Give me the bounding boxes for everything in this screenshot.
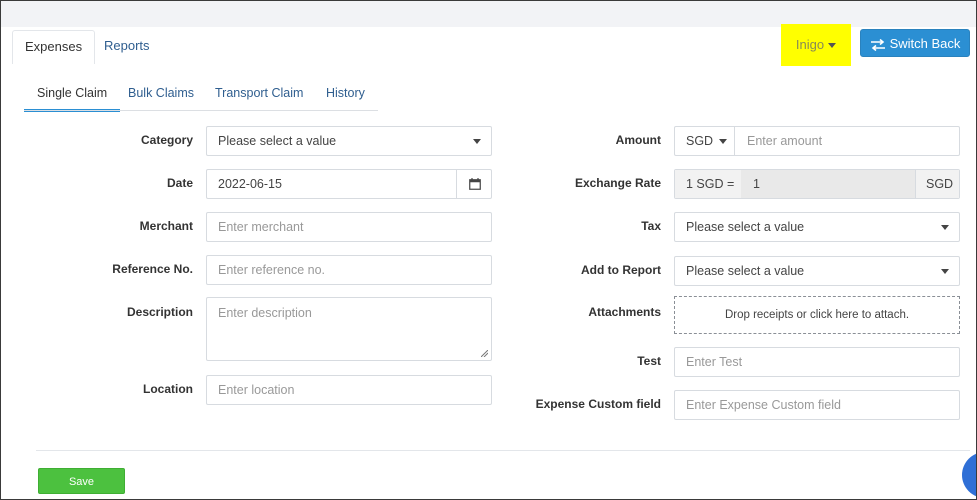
chevron-down-icon — [473, 139, 481, 144]
chat-help-icon[interactable] — [962, 452, 977, 498]
category-placeholder: Please select a value — [218, 134, 337, 148]
form-divider — [36, 450, 970, 451]
merchant-label: Merchant — [139, 219, 193, 233]
calendar-button[interactable] — [456, 170, 491, 198]
currency-select[interactable]: SGD — [675, 127, 735, 155]
custom-field-placeholder: Enter Expense Custom field — [686, 398, 841, 412]
custom-field-input[interactable]: Enter Expense Custom field — [674, 390, 960, 420]
subtab-single-claim[interactable]: Single Claim — [24, 82, 121, 112]
exchange-rate-input: 1 — [741, 170, 915, 198]
location-label: Location — [143, 382, 193, 396]
exchange-rate-prefix: 1 SGD = — [675, 170, 741, 198]
merchant-placeholder: Enter merchant — [218, 220, 304, 234]
chevron-down-icon — [719, 139, 728, 145]
attachments-label: Attachments — [588, 305, 661, 319]
add-to-report-select[interactable]: Please select a value — [674, 256, 960, 286]
calendar-icon — [469, 178, 481, 190]
location-placeholder: Enter location — [218, 383, 295, 397]
reference-label: Reference No. — [112, 262, 193, 276]
date-label: Date — [166, 176, 193, 190]
reference-input[interactable]: Enter reference no. — [206, 255, 492, 285]
chevron-down-icon — [941, 225, 949, 230]
add-to-report-label: Add to Report — [581, 263, 661, 277]
currency-value: SGD — [686, 134, 714, 148]
exchange-rate-value: 1 — [753, 177, 760, 191]
description-label: Description — [126, 305, 193, 319]
amount-label: Amount — [615, 133, 661, 147]
dropzone-text: Drop receipts or click here to attach. — [724, 309, 910, 321]
user-name: Inigo — [795, 37, 825, 52]
exchange-rate-suffix: SGD — [915, 170, 959, 198]
subtab-history[interactable]: History — [326, 82, 365, 112]
switch-back-label: Switch Back — [889, 36, 961, 51]
tab-expenses[interactable]: Expenses — [12, 30, 96, 64]
user-menu-dropdown[interactable]: Inigo — [781, 24, 851, 66]
resize-grip-icon[interactable] — [481, 350, 488, 357]
location-input[interactable]: Enter location — [206, 375, 492, 405]
screenshot-border — [0, 0, 977, 500]
tab-reports[interactable]: Reports — [92, 30, 162, 64]
exchange-rate-group: 1 SGD = 1 SGD — [674, 169, 960, 199]
subtab-bulk-claims[interactable]: Bulk Claims — [128, 82, 194, 112]
amount-input[interactable]: Enter amount — [747, 127, 822, 155]
chevron-down-icon — [828, 43, 837, 49]
description-textarea[interactable]: Enter description — [206, 297, 492, 361]
test-label: Test — [637, 354, 661, 368]
test-input[interactable]: Enter Test — [674, 347, 960, 377]
amount-group: SGD Enter amount — [674, 126, 960, 156]
merchant-input[interactable]: Enter merchant — [206, 212, 492, 242]
tax-select[interactable]: Please select a value — [674, 212, 960, 242]
tax-label: Tax — [641, 219, 661, 233]
attachments-dropzone[interactable]: Drop receipts or click here to attach. — [674, 296, 960, 334]
tax-placeholder: Please select a value — [686, 220, 805, 234]
description-placeholder: Enter description — [218, 306, 312, 320]
subtab-transport-claim[interactable]: Transport Claim — [215, 82, 303, 112]
category-select[interactable]: Please select a value — [206, 126, 492, 156]
amount-placeholder: Enter amount — [747, 134, 823, 148]
category-label: Category — [140, 133, 193, 147]
subtab-divider — [24, 110, 378, 111]
reference-placeholder: Enter reference no. — [218, 263, 326, 277]
switch-back-button[interactable]: Switch Back — [860, 29, 970, 57]
add-to-report-placeholder: Please select a value — [686, 264, 805, 278]
date-value: 2022-06-15 — [218, 177, 282, 191]
chevron-down-icon — [941, 269, 949, 274]
test-placeholder: Enter Test — [686, 355, 743, 369]
exchange-rate-label: Exchange Rate — [574, 176, 661, 190]
save-button[interactable]: Save — [38, 468, 125, 494]
swap-arrows-icon — [870, 38, 885, 51]
date-field[interactable]: 2022-06-15 — [206, 169, 492, 199]
custom-field-label: Expense Custom field — [535, 397, 661, 411]
